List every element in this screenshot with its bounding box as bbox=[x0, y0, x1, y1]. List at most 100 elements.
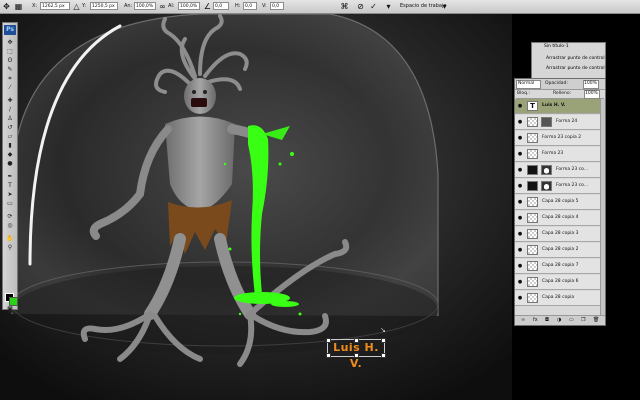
layer-row[interactable]: ● Capa 28 copia 5 bbox=[515, 195, 603, 210]
skew-v-field[interactable]: 0,0 bbox=[270, 2, 284, 10]
new-group-icon[interactable]: ▭ bbox=[569, 317, 574, 323]
background-color-swatch[interactable] bbox=[9, 297, 18, 306]
transform-handle[interactable] bbox=[326, 338, 331, 343]
transform-handle[interactable] bbox=[381, 338, 386, 343]
visibility-eye-icon[interactable]: ● bbox=[517, 279, 523, 285]
layer-row[interactable]: ● Capa 28 copia 4 bbox=[515, 211, 603, 226]
layer-mask-icon[interactable]: ◘ bbox=[545, 317, 549, 323]
opacity-label: Opacidad: bbox=[545, 81, 568, 86]
x-position-field[interactable]: 1262,5 px bbox=[40, 2, 70, 10]
layer-name: Capa 28 copia 2 bbox=[542, 247, 579, 252]
layer-name: Capa 28 copia 5 bbox=[542, 199, 579, 204]
visibility-eye-icon[interactable]: ● bbox=[517, 183, 523, 189]
layer-thumbnail bbox=[527, 245, 538, 255]
y-position-field[interactable]: 1250,5 px bbox=[90, 2, 118, 10]
link-layers-icon[interactable]: ∞ bbox=[521, 317, 525, 323]
rotate-icon: ∠ bbox=[203, 2, 212, 11]
layer-name: Forma 23 copia 2 bbox=[542, 135, 582, 140]
transform-handle[interactable] bbox=[354, 353, 359, 358]
hand-tool-icon[interactable]: ✋ bbox=[5, 235, 15, 242]
layer-row[interactable]: ● Forma 24 bbox=[515, 115, 603, 130]
dropdown-icon[interactable]: ▾ bbox=[384, 2, 393, 11]
history-snapshot[interactable]: Sin título-1 bbox=[544, 43, 569, 51]
fill-label: Relleno: bbox=[553, 91, 572, 96]
shape-tool-icon[interactable]: ▭ bbox=[5, 200, 15, 207]
layers-scrollbar[interactable] bbox=[600, 99, 605, 317]
skew-v-label: V: bbox=[262, 3, 267, 9]
marquee-tool-icon[interactable]: ⬚ bbox=[5, 48, 15, 55]
cancel-transform-icon[interactable]: ⊘ bbox=[356, 2, 365, 11]
new-layer-icon[interactable]: ❐ bbox=[581, 317, 585, 323]
layer-row[interactable]: ● Forma 23 copia 2 bbox=[515, 131, 603, 146]
path-selection-tool-icon[interactable]: ➤ bbox=[5, 191, 15, 198]
quick-select-tool-icon[interactable]: ✎ bbox=[5, 66, 15, 73]
workspace-dropdown-icon[interactable]: ▾ bbox=[440, 2, 449, 11]
layer-thumbnail bbox=[527, 197, 538, 207]
move-tool-icon[interactable]: ✥ bbox=[2, 2, 11, 11]
reference-point-icon[interactable]: ▦ bbox=[14, 2, 23, 11]
3d-camera-tool-icon[interactable]: ◎ bbox=[5, 222, 15, 229]
history-brush-tool-icon[interactable]: ↺ bbox=[5, 124, 15, 131]
adjustment-layer-icon[interactable]: ◑ bbox=[557, 317, 561, 323]
blur-tool-icon[interactable]: ◆ bbox=[5, 151, 15, 158]
dodge-tool-icon[interactable]: ● bbox=[5, 160, 15, 167]
layer-name: Capa 28 copia bbox=[542, 295, 575, 300]
width-field[interactable]: 100,0% bbox=[134, 2, 156, 10]
layer-row[interactable]: ● Forma 23 bbox=[515, 147, 603, 162]
gradient-tool-icon[interactable]: ▮ bbox=[5, 142, 15, 149]
quick-mask-icon[interactable]: ◙ bbox=[5, 306, 15, 313]
transform-handle[interactable] bbox=[326, 353, 331, 358]
relative-position-icon[interactable]: △ bbox=[72, 2, 81, 11]
layer-row[interactable]: ● T Luis H. V. bbox=[515, 99, 603, 114]
delete-layer-icon[interactable]: 🗑 bbox=[593, 317, 599, 323]
3d-rotate-tool-icon[interactable]: ⟳ bbox=[5, 213, 15, 220]
layer-row[interactable]: ● Capa 28 copia 2 bbox=[515, 243, 603, 258]
transform-handle[interactable] bbox=[354, 338, 359, 343]
visibility-eye-icon[interactable]: ● bbox=[517, 135, 523, 141]
visibility-eye-icon[interactable]: ● bbox=[517, 295, 523, 301]
clone-stamp-tool-icon[interactable]: ♙ bbox=[5, 115, 15, 122]
history-step-1[interactable]: Arrastrar punto de control bbox=[546, 55, 605, 63]
visibility-eye-icon[interactable]: ● bbox=[517, 247, 523, 253]
layer-row[interactable]: ● Capa 28 copia 7 bbox=[515, 259, 603, 274]
layer-row[interactable]: ● Forma 23 co... bbox=[515, 163, 603, 178]
cursor-icon: ↘ bbox=[380, 326, 386, 334]
commit-transform-icon[interactable]: ✓ bbox=[369, 2, 378, 11]
visibility-eye-icon[interactable]: ● bbox=[517, 199, 523, 205]
blend-mode-select[interactable]: Normal bbox=[516, 80, 541, 89]
visibility-eye-icon[interactable]: ● bbox=[517, 103, 523, 109]
layer-row[interactable]: ● Capa 28 copia bbox=[515, 291, 603, 306]
type-tool-icon[interactable]: T bbox=[5, 182, 15, 189]
healing-brush-tool-icon[interactable]: ✚ bbox=[5, 97, 15, 104]
layer-row[interactable]: ● Capa 28 copia 3 bbox=[515, 227, 603, 242]
lock-label: Bloq.: bbox=[517, 91, 530, 96]
signature-text-layer[interactable]: Luis H. V. bbox=[326, 338, 386, 370]
visibility-eye-icon[interactable]: ● bbox=[517, 167, 523, 173]
move-tool-icon[interactable]: ✥ bbox=[5, 39, 15, 46]
visibility-eye-icon[interactable]: ● bbox=[517, 263, 523, 269]
lasso-tool-icon[interactable]: ʘ bbox=[5, 57, 15, 64]
height-field[interactable]: 100,0% bbox=[178, 2, 200, 10]
visibility-eye-icon[interactable]: ● bbox=[517, 119, 523, 125]
fill-field[interactable]: 100% bbox=[584, 90, 600, 99]
eraser-tool-icon[interactable]: ▱ bbox=[5, 133, 15, 140]
angle-field[interactable]: 0,0 bbox=[213, 2, 229, 10]
zoom-tool-icon[interactable]: ⚲ bbox=[5, 244, 15, 251]
eyedropper-tool-icon[interactable]: ⁄ bbox=[5, 84, 15, 91]
skew-h-field[interactable]: 0,0 bbox=[243, 2, 257, 10]
brush-tool-icon[interactable]: ∕ bbox=[5, 106, 15, 113]
warp-icon[interactable]: ⌘ bbox=[340, 2, 349, 11]
document-canvas[interactable] bbox=[0, 14, 512, 400]
crop-tool-icon[interactable]: ⌗ bbox=[5, 75, 15, 82]
transform-handle[interactable] bbox=[381, 353, 386, 358]
opacity-field[interactable]: 100% bbox=[583, 80, 599, 89]
visibility-eye-icon[interactable]: ● bbox=[517, 151, 523, 157]
link-icon[interactable]: ∞ bbox=[158, 2, 167, 11]
layer-row[interactable]: ● Forma 23 co... bbox=[515, 179, 603, 194]
layer-row[interactable]: ● Capa 28 copia 6 bbox=[515, 275, 603, 290]
pen-tool-icon[interactable]: ✒ bbox=[5, 173, 15, 180]
visibility-eye-icon[interactable]: ● bbox=[517, 231, 523, 237]
history-step-2[interactable]: Arrastrar punto de control bbox=[546, 65, 605, 73]
visibility-eye-icon[interactable]: ● bbox=[517, 215, 523, 221]
layer-style-icon[interactable]: fx bbox=[533, 317, 538, 323]
